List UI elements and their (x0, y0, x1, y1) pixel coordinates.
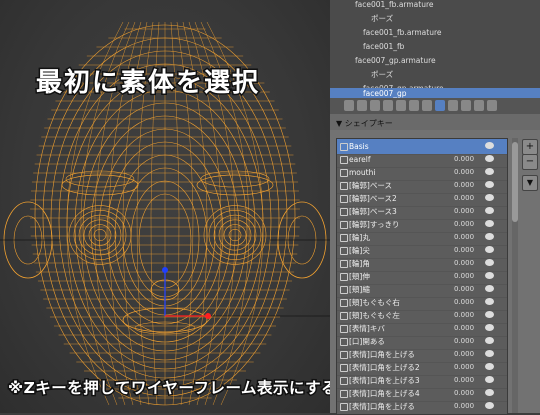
world-tab-icon[interactable] (383, 100, 393, 111)
eye-icon[interactable] (485, 233, 494, 240)
render-tab-icon[interactable] (344, 100, 354, 111)
eye-icon[interactable] (485, 337, 494, 344)
shape-key-list[interactable]: Basis earelf 0.000 mouthi 0.000 [輪郭]ベース 0.000[… (336, 138, 508, 415)
outliner-row[interactable]: ポーズ (330, 12, 540, 26)
pose-icon (360, 15, 368, 23)
mesh-icon (352, 43, 360, 51)
remove-shape-key-button[interactable]: − (522, 154, 538, 170)
eye-icon[interactable] (485, 311, 494, 318)
armature-icon (344, 1, 352, 9)
object-tab-icon[interactable] (396, 100, 406, 111)
shape-key-icon (340, 299, 348, 307)
texture-tab-icon[interactable] (461, 100, 471, 111)
pose-icon (360, 71, 368, 79)
outliner-row[interactable]: face001_fb.armature (330, 0, 540, 12)
layers-tab-icon[interactable] (357, 100, 367, 111)
add-shape-key-button[interactable]: + (522, 139, 538, 155)
eye-icon[interactable] (485, 402, 494, 409)
shape-key-icon (340, 273, 348, 281)
eye-icon[interactable] (485, 155, 494, 162)
shape-key-value[interactable]: 0.000 (454, 399, 474, 414)
eye-icon[interactable] (485, 272, 494, 279)
eye-icon[interactable] (485, 194, 494, 201)
physics-tab-icon[interactable] (487, 100, 497, 111)
outliner-label: ポーズ (371, 14, 394, 23)
eye-icon[interactable] (485, 207, 494, 214)
outliner-label: face001_fb.armature (363, 28, 442, 37)
armature-icon (344, 57, 352, 65)
shape-key-icon (340, 208, 348, 216)
shape-key-icon (340, 390, 348, 398)
particles-tab-icon[interactable] (474, 100, 484, 111)
eye-icon[interactable] (485, 389, 494, 396)
shape-key-menu-button[interactable]: ▼ (522, 175, 538, 191)
shape-key-icon (340, 325, 348, 333)
outliner-row[interactable]: ポーズ (330, 68, 540, 82)
eye-icon[interactable] (485, 298, 494, 305)
outliner-label: face007_gp (363, 89, 407, 98)
eye-icon[interactable] (485, 168, 494, 175)
outliner-label: face007_gp.armature (355, 56, 436, 65)
shape-key-icon (340, 143, 348, 151)
shape-key-icon (340, 169, 348, 177)
shape-key-icon (340, 351, 348, 359)
properties-panel: face001_fb.armature ポーズ face001_fb.armat… (330, 0, 540, 415)
scrollbar-thumb[interactable] (512, 142, 518, 222)
scrollbar[interactable] (512, 138, 518, 413)
shape-key-icon (340, 195, 348, 203)
properties-tabs (330, 98, 540, 115)
shape-keys-title: ▼ シェイプキー (336, 119, 393, 128)
scene-tab-icon[interactable] (370, 100, 380, 111)
mesh-icon (352, 90, 360, 98)
shape-key-icon (340, 286, 348, 294)
shape-key-name: [表情]口角を上げる (349, 402, 415, 411)
shape-key-icon (340, 364, 348, 372)
outliner-row[interactable]: face001_fb (330, 40, 540, 54)
eye-icon[interactable] (485, 246, 494, 253)
caption-wireframe-tip: ※Zキーを押してワイヤーフレーム表示にするとわかりやすい (6, 378, 330, 399)
outliner-row[interactable]: face007_gp.armature (330, 54, 540, 68)
eye-icon[interactable] (485, 259, 494, 266)
eye-icon[interactable] (485, 142, 494, 149)
armature-icon (352, 29, 360, 37)
modifiers-tab-icon[interactable] (422, 100, 432, 111)
shape-key-icon (340, 234, 348, 242)
outliner-row[interactable]: face001_fb.armature (330, 26, 540, 40)
data-tab-icon[interactable] (435, 100, 445, 111)
shape-key-icon (340, 377, 348, 385)
outliner-label: face001_fb.armature (355, 0, 434, 9)
shape-key-icon (340, 247, 348, 255)
3d-viewport[interactable]: 最初に素体を選択 ※Zキーを押してワイヤーフレーム表示にするとわかりやすい (0, 0, 330, 413)
caption-select-body: 最初に素体を選択 (34, 67, 261, 100)
eye-icon[interactable] (485, 350, 494, 357)
shape-key-icon (340, 338, 348, 346)
shape-key-icon (340, 403, 348, 411)
outliner[interactable]: face001_fb.armature ポーズ face001_fb.armat… (330, 0, 540, 100)
eye-icon[interactable] (485, 376, 494, 383)
outliner-label: ポーズ (371, 70, 394, 79)
shape-key-icon (340, 260, 348, 268)
eye-icon[interactable] (485, 363, 494, 370)
shape-key-icon (340, 312, 348, 320)
shape-key-icon (340, 221, 348, 229)
shape-key-icon (340, 182, 348, 190)
material-tab-icon[interactable] (448, 100, 458, 111)
shape-key-icon (340, 156, 348, 164)
eye-icon[interactable] (485, 285, 494, 292)
eye-icon[interactable] (485, 324, 494, 331)
eye-icon[interactable] (485, 181, 494, 188)
eye-icon[interactable] (485, 220, 494, 227)
outliner-label: face001_fb (363, 42, 405, 51)
constraints-tab-icon[interactable] (409, 100, 419, 111)
